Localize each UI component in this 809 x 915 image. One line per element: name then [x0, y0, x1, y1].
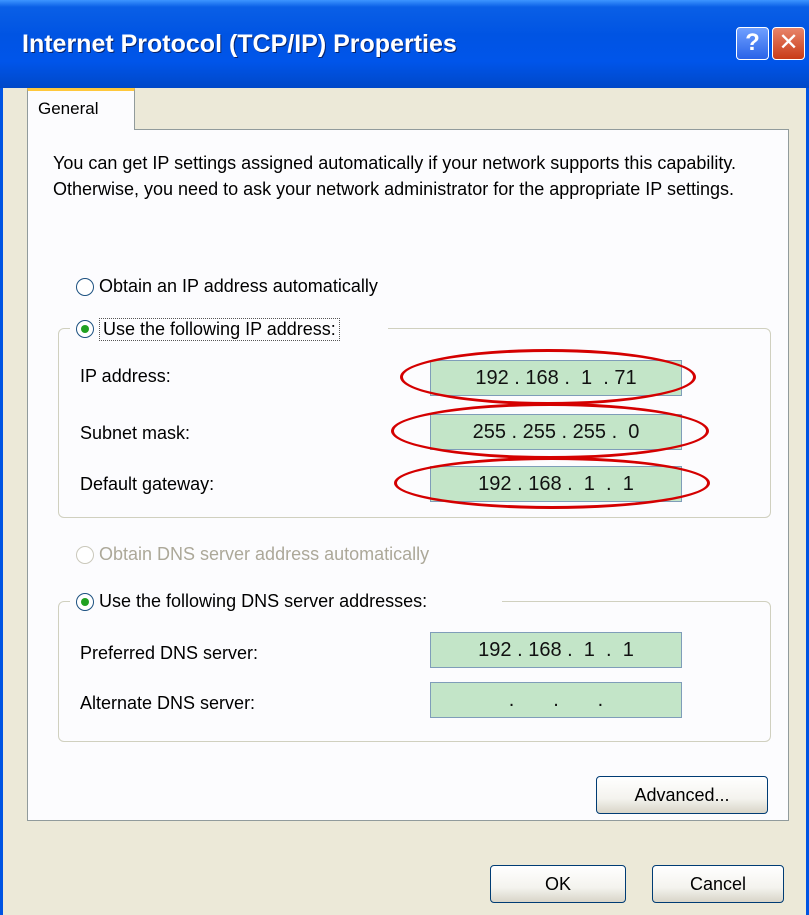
preferred-dns-field[interactable]: 192 . 168 . 1 . 1 [430, 632, 682, 668]
cancel-button[interactable]: Cancel [652, 865, 784, 903]
dns-server-group [58, 601, 771, 742]
window-title: Internet Protocol (TCP/IP) Properties [22, 30, 457, 58]
help-button[interactable]: ? [736, 27, 769, 60]
subnet-mask-field[interactable]: 255 . 255 . 255 . 0 [430, 414, 682, 450]
ip-address-field[interactable]: 192 . 168 . 1 . 71 [430, 360, 682, 396]
default-gateway-field[interactable]: 192 . 168 . 1 . 1 [430, 466, 682, 502]
advanced-button[interactable]: Advanced... [596, 776, 768, 814]
obtain-dns-auto-radio [76, 546, 94, 564]
obtain-dns-auto-label: Obtain DNS server address automatically [99, 544, 430, 564]
preferred-dns-label: Preferred DNS server: [80, 643, 259, 663]
use-following-ip-radio[interactable] [76, 320, 94, 338]
ip-address-label: IP address: [80, 366, 171, 386]
use-following-dns-radio[interactable] [76, 593, 94, 611]
description-text: You can get IP settings assigned automat… [53, 153, 737, 199]
default-gateway-label: Default gateway: [80, 474, 215, 494]
ok-button[interactable]: OK [490, 865, 626, 903]
obtain-ip-auto-label[interactable]: Obtain an IP address automatically [99, 276, 378, 297]
alternate-dns-field[interactable]: . . . [430, 682, 682, 718]
subnet-mask-label: Subnet mask: [80, 423, 191, 443]
obtain-ip-auto-radio[interactable] [76, 278, 94, 296]
use-following-dns-label[interactable]: Use the following DNS server addresses: [99, 591, 427, 612]
use-following-ip-label[interactable]: Use the following IP address: [99, 318, 340, 341]
tab-general[interactable]: General [27, 88, 135, 130]
alternate-dns-label: Alternate DNS server: [80, 693, 256, 713]
title-bar: Internet Protocol (TCP/IP) Properties ? … [0, 0, 809, 88]
close-button[interactable]: ✕ [772, 27, 805, 60]
